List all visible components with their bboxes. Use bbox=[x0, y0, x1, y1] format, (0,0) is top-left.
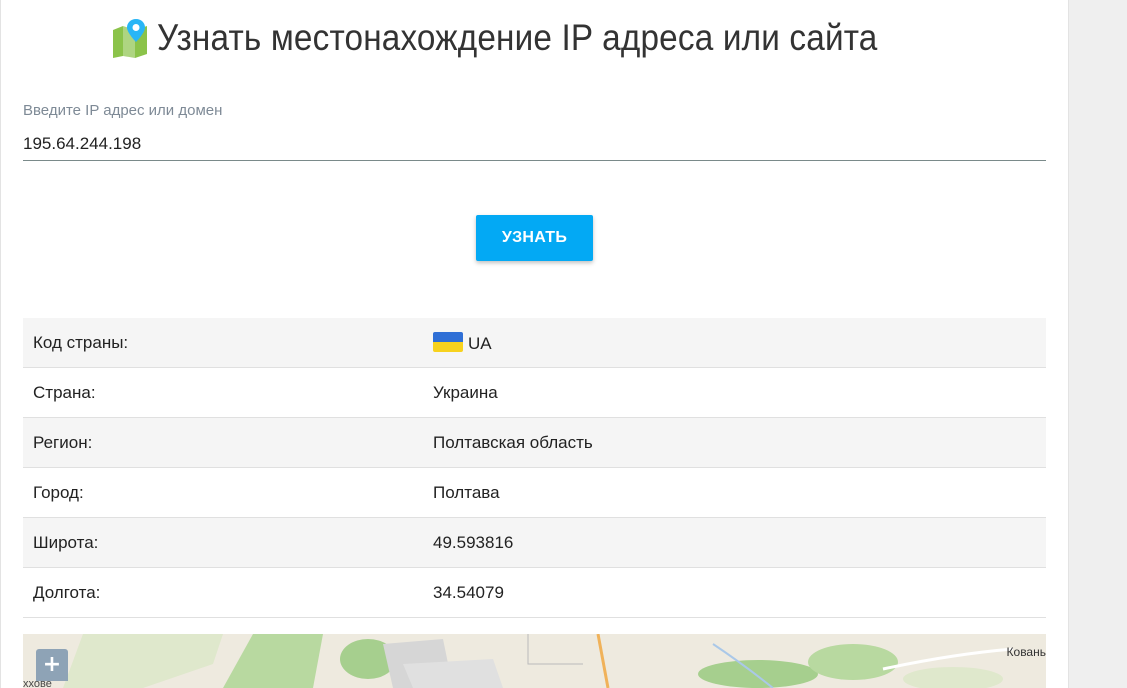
map-place-label: Ковань bbox=[1006, 645, 1046, 659]
map-zoom-in-button[interactable]: + bbox=[36, 649, 68, 681]
longitude-value: 34.54079 bbox=[433, 567, 1046, 618]
country-code-label: Код страны: bbox=[23, 318, 433, 368]
ip-input-label: Введите IP адрес или домен bbox=[23, 102, 223, 119]
map-place-label: ххове bbox=[23, 678, 52, 688]
city-value: Полтава bbox=[433, 467, 1046, 518]
map-tiles bbox=[23, 634, 1046, 688]
latitude-label: Широта: bbox=[23, 517, 433, 568]
longitude-label: Долгота: bbox=[23, 567, 433, 618]
ip-input[interactable] bbox=[23, 128, 1046, 161]
page-border bbox=[0, 0, 1, 688]
right-gutter bbox=[1068, 0, 1127, 688]
table-row: Регион: Полтавская область bbox=[23, 417, 1046, 468]
table-row: Широта: 49.593816 bbox=[23, 517, 1046, 568]
country-label: Страна: bbox=[23, 367, 433, 418]
location-map[interactable]: + Ковань ххове bbox=[23, 634, 1046, 688]
title-row: Узнать местонахождение IP адреса или сай… bbox=[23, 14, 1046, 62]
ua-flag-icon bbox=[433, 331, 463, 352]
map-pin-icon bbox=[113, 19, 148, 58]
table-row: Страна: Украина bbox=[23, 367, 1046, 418]
table-row: Код страны: UA bbox=[23, 318, 1046, 368]
table-row: Долгота: 34.54079 bbox=[23, 567, 1046, 618]
page-title: Узнать местонахождение IP адреса или сай… bbox=[157, 17, 878, 58]
country-code-value: UA bbox=[468, 333, 492, 353]
results-table: Код страны: UA Страна: Украина Регион: П… bbox=[23, 318, 1046, 618]
city-label: Город: bbox=[23, 467, 433, 518]
country-value: Украина bbox=[433, 367, 1046, 418]
lookup-button[interactable]: УЗНАТЬ bbox=[476, 215, 593, 261]
region-value: Полтавская область bbox=[433, 417, 1046, 468]
table-row: Город: Полтава bbox=[23, 467, 1046, 518]
latitude-value: 49.593816 bbox=[433, 517, 1046, 568]
region-label: Регион: bbox=[23, 417, 433, 468]
page: Узнать местонахождение IP адреса или сай… bbox=[0, 0, 1127, 688]
